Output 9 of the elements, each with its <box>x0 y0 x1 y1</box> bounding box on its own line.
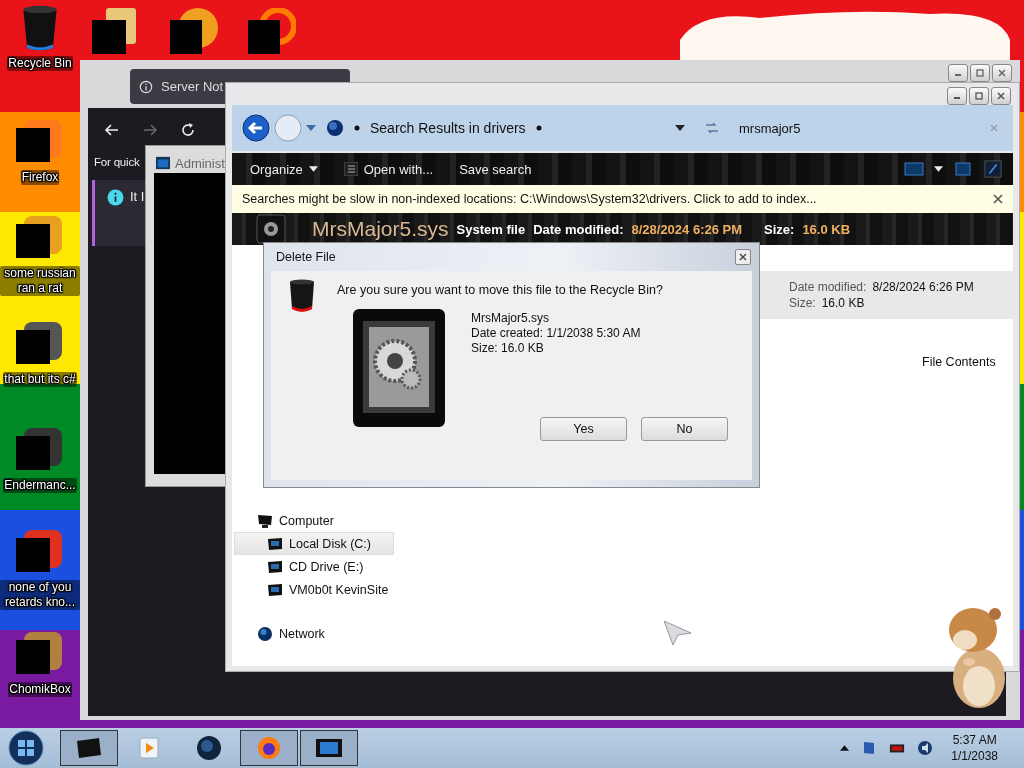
start-button[interactable] <box>8 730 44 766</box>
taskbar-button[interactable] <box>300 730 358 766</box>
clock[interactable]: 5:37 AM 1/1/2038 <box>951 732 998 764</box>
taskbar-button[interactable] <box>60 730 118 766</box>
tray-arrow-icon[interactable] <box>840 745 850 751</box>
app-icon <box>74 735 104 761</box>
speaker-icon[interactable] <box>917 740 934 756</box>
taskbar-button[interactable] <box>240 730 298 766</box>
app-icon <box>194 735 224 761</box>
